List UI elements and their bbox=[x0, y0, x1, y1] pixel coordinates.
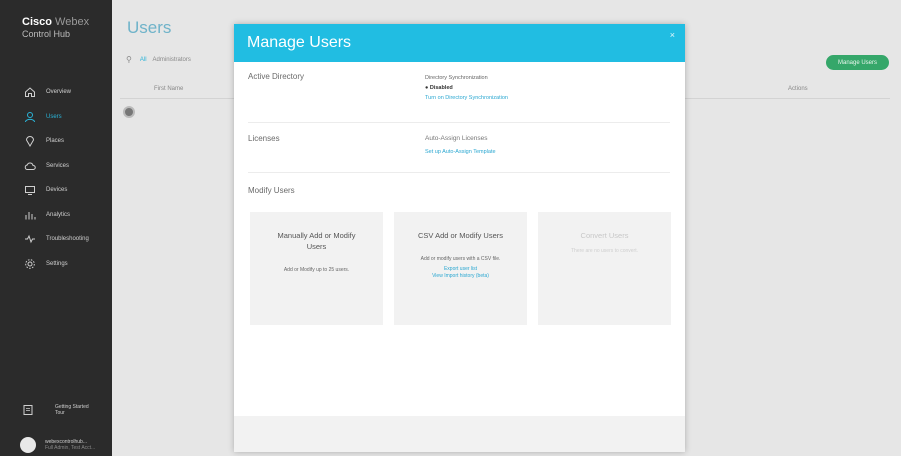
sidebar-item-label: Overview bbox=[46, 89, 72, 96]
location-icon bbox=[24, 135, 36, 148]
filter-administrators[interactable]: Administrators bbox=[153, 57, 191, 63]
chart-icon bbox=[24, 209, 36, 221]
sidebar-item-label: Places bbox=[46, 138, 65, 145]
directory-sync-info: Directory Synchronization ● Disabled Tur… bbox=[425, 73, 508, 103]
divider bbox=[248, 122, 670, 123]
sidebar-item-label: Users bbox=[46, 113, 62, 120]
auto-assign-template-link[interactable]: Set up Auto-Assign Template bbox=[425, 147, 496, 157]
modal-title: Manage Users bbox=[247, 34, 352, 51]
sidebar-item-troubleshooting[interactable]: Troubleshooting bbox=[0, 227, 112, 252]
avatar[interactable] bbox=[20, 437, 36, 453]
document-icon bbox=[22, 404, 34, 416]
column-first-name[interactable]: First Name bbox=[154, 86, 183, 92]
modify-users-cards: Manually Add or Modify Users Add or Modi… bbox=[250, 212, 682, 325]
active-directory-label: Active Directory bbox=[248, 72, 305, 81]
search-icon[interactable]: ⚲ bbox=[126, 55, 132, 64]
sidebar-item-label: Analytics bbox=[46, 211, 71, 218]
filter-all[interactable]: All bbox=[140, 57, 147, 63]
sidebar-item-getting-started[interactable]: Getting Started Tour bbox=[22, 404, 95, 416]
column-actions: Actions bbox=[788, 86, 808, 92]
convert-users-title: Convert Users bbox=[580, 231, 629, 240]
sidebar-item-services[interactable]: Services bbox=[0, 154, 112, 179]
home-icon bbox=[24, 86, 36, 98]
convert-users-description: There are no users to convert. bbox=[571, 248, 638, 254]
getting-started-label: Getting Started Tour bbox=[55, 404, 89, 416]
manual-add-card[interactable]: Manually Add or Modify Users Add or Modi… bbox=[250, 212, 383, 325]
sidebar-nav: Overview Users Places Services Devices A… bbox=[0, 80, 112, 276]
brand-name-light: Webex bbox=[55, 16, 90, 28]
csv-add-card[interactable]: CSV Add or Modify Users Add or modify us… bbox=[394, 212, 527, 325]
gear-icon bbox=[24, 258, 36, 270]
export-user-list-link[interactable]: Export user list bbox=[394, 266, 527, 273]
manual-add-description: Add or Modify up to 25 users. bbox=[283, 267, 350, 273]
filter-bar: ⚲ All Administrators bbox=[126, 55, 191, 64]
directory-sync-heading: Directory Synchronization bbox=[425, 75, 488, 81]
user-icon bbox=[24, 111, 36, 123]
sidebar-item-places[interactable]: Places bbox=[0, 129, 112, 154]
user-row-avatar bbox=[123, 106, 135, 118]
brand-name: Cisco Webex bbox=[22, 16, 112, 28]
manual-add-title: Manually Add or Modify Users bbox=[277, 231, 356, 251]
monitor-icon bbox=[24, 184, 36, 196]
licenses-label: Licenses bbox=[248, 134, 280, 143]
sidebar-item-label: Services bbox=[46, 162, 70, 169]
csv-add-description: Add or modify users with a CSV file. bbox=[420, 256, 501, 262]
account-menu[interactable]: webexcontrolhub... Full Admin, Test Acct… bbox=[20, 437, 95, 453]
close-icon[interactable]: × bbox=[670, 30, 675, 40]
sidebar-item-analytics[interactable]: Analytics bbox=[0, 203, 112, 228]
sidebar-item-users[interactable]: Users bbox=[0, 105, 112, 130]
brand: Cisco Webex Control Hub bbox=[0, 0, 112, 40]
cloud-icon bbox=[24, 160, 36, 172]
sidebar-item-overview[interactable]: Overview bbox=[0, 80, 112, 105]
brand-subtitle: Control Hub bbox=[22, 29, 71, 39]
manage-users-button[interactable]: Manage Users bbox=[826, 55, 889, 70]
import-history-link[interactable]: View Import history (beta) bbox=[394, 273, 527, 280]
manage-users-modal: Manage Users × Active Directory Director… bbox=[234, 24, 685, 452]
turn-on-directory-sync-link[interactable]: Turn on Directory Synchronization bbox=[425, 93, 508, 103]
auto-assign-heading: Auto-Assign Licenses bbox=[425, 135, 488, 142]
page-title: Users bbox=[127, 18, 172, 37]
brand-name-bold: Cisco bbox=[22, 16, 52, 28]
directory-sync-status: ● Disabled bbox=[425, 85, 453, 91]
account-label: webexcontrolhub... Full Admin, Test Acct… bbox=[45, 439, 95, 451]
sidebar: Cisco Webex Control Hub Overview Users P… bbox=[0, 0, 112, 456]
divider bbox=[248, 172, 670, 173]
sidebar-item-label: Troubleshooting bbox=[46, 236, 89, 243]
auto-assign-info: Auto-Assign Licenses Set up Auto-Assign … bbox=[425, 134, 496, 157]
sidebar-item-settings[interactable]: Settings bbox=[0, 252, 112, 277]
directory-sync-status-text: Disabled bbox=[429, 85, 453, 91]
account-role: Full Admin, Test Acct... bbox=[45, 445, 96, 451]
pulse-icon bbox=[24, 233, 36, 245]
modal-header: Manage Users × bbox=[234, 24, 685, 62]
convert-users-card: Convert Users There are no users to conv… bbox=[538, 212, 671, 325]
modify-users-label: Modify Users bbox=[248, 186, 295, 195]
sidebar-item-label: Devices bbox=[46, 187, 68, 194]
sidebar-item-devices[interactable]: Devices bbox=[0, 178, 112, 203]
csv-links: Export user list View Import history (be… bbox=[394, 266, 527, 280]
sidebar-item-label: Settings bbox=[46, 260, 68, 267]
csv-add-title: CSV Add or Modify Users bbox=[417, 231, 504, 240]
modal-footer bbox=[234, 416, 685, 452]
